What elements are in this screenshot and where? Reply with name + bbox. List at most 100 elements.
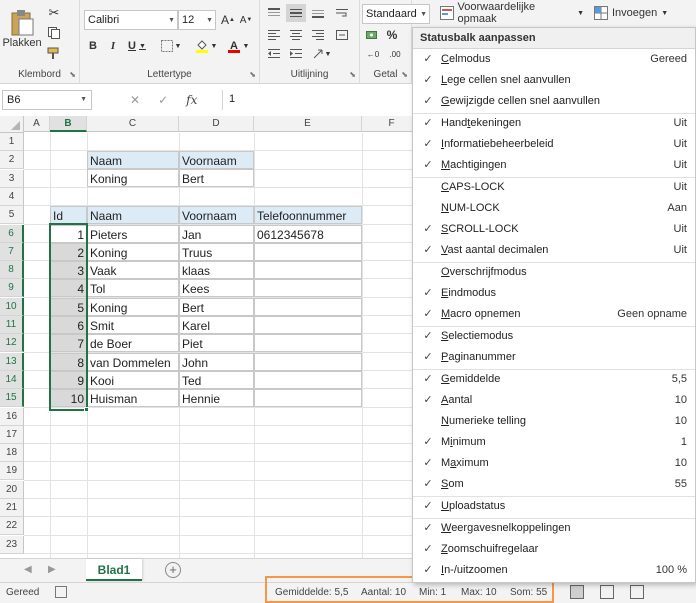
wrap-text-icon[interactable] <box>332 4 352 22</box>
menu-item[interactable]: ✓ Som 55 <box>413 474 695 495</box>
id-cell[interactable]: 2 <box>50 242 87 261</box>
menu-item[interactable]: ✓ In-/uitzoomen 100 % <box>413 560 695 581</box>
table2-cell[interactable]: Koning <box>87 242 179 261</box>
table2-cell[interactable]: Truus <box>179 242 254 261</box>
menu-item[interactable]: ✓ Gemiddelde 5,5 <box>413 369 695 390</box>
font-color-button[interactable]: A ▼ <box>224 36 252 56</box>
id-cell[interactable]: 7 <box>50 334 87 353</box>
menu-item[interactable]: ✓ Aantal 10 <box>413 390 695 411</box>
row-header[interactable]: 6 <box>0 224 24 243</box>
menu-item[interactable]: Numerieke telling 10 <box>413 411 695 432</box>
table2-cell[interactable]: John <box>179 352 254 371</box>
table2-cell[interactable]: Bert <box>179 297 254 316</box>
menu-item[interactable]: ✓ Weergavesnelkoppelingen <box>413 518 695 539</box>
id-cell[interactable]: 10 <box>50 389 87 408</box>
id-cell[interactable]: 6 <box>50 316 87 334</box>
percent-button[interactable]: % <box>382 26 402 44</box>
row-header[interactable]: 13 <box>0 352 24 371</box>
fill-color-button[interactable]: ▼ <box>192 36 220 56</box>
menu-item[interactable]: ✓ Uploadstatus <box>413 496 695 517</box>
table2-cell[interactable] <box>254 370 362 389</box>
table2-header[interactable]: Naam <box>87 206 179 225</box>
font-name-select[interactable]: Calibri ▼ <box>84 10 178 30</box>
table2-cell[interactable] <box>254 297 362 316</box>
align-center-icon[interactable] <box>286 26 306 44</box>
number-format-select[interactable]: Standaard ▼ <box>362 4 430 24</box>
id-cell[interactable]: 3 <box>50 261 87 280</box>
row-header[interactable]: 2 <box>0 151 24 170</box>
menu-item[interactable]: ✓ Selectiemodus <box>413 326 695 347</box>
borders-button[interactable]: ▼ <box>158 36 184 56</box>
normal-view-icon[interactable] <box>570 585 584 599</box>
menu-item[interactable]: ✓ Paginanummer <box>413 347 695 368</box>
row-header[interactable]: 23 <box>0 535 24 554</box>
table2-cell[interactable]: Kees <box>179 279 254 298</box>
id-cell[interactable]: 5 <box>50 297 87 316</box>
menu-item[interactable]: ✓ Machtigingen Uit <box>413 155 695 176</box>
currency-icon[interactable] <box>362 26 382 44</box>
underline-button[interactable]: U ▼ <box>124 36 150 56</box>
table2-cell[interactable]: Vaak <box>87 261 179 280</box>
table2-cell[interactable] <box>254 334 362 353</box>
name-box[interactable]: B6 ▼ <box>2 90 92 110</box>
row-header[interactable]: 7 <box>0 242 24 261</box>
table2-cell[interactable]: Huisman <box>87 389 179 408</box>
copy-icon[interactable] <box>44 24 64 42</box>
align-bottom-icon[interactable] <box>308 4 328 22</box>
table2-cell[interactable]: Koning <box>87 297 179 316</box>
table2-cell[interactable]: Piet <box>179 334 254 353</box>
increase-indent-icon[interactable] <box>286 46 306 62</box>
fill-handle[interactable] <box>84 407 89 412</box>
id-cell[interactable]: 8 <box>50 352 87 371</box>
row-header[interactable]: 5 <box>0 206 24 225</box>
table1-cell[interactable]: Koning <box>87 169 179 187</box>
column-header-b[interactable]: B <box>50 116 87 132</box>
bold-button[interactable]: B <box>84 36 102 56</box>
select-all-corner[interactable] <box>0 116 24 133</box>
table2-cell[interactable] <box>254 352 362 371</box>
menu-item[interactable]: ✓ SCROLL-LOCK Uit <box>413 219 695 240</box>
decrease-decimal-icon[interactable]: .00 <box>384 46 406 62</box>
shrink-font-button[interactable]: A ▼ <box>238 10 254 30</box>
next-sheet-icon[interactable]: ▶ <box>48 564 56 575</box>
column-header-e[interactable]: E <box>254 116 362 132</box>
align-top-icon[interactable] <box>264 4 284 22</box>
table2-cell[interactable]: klaas <box>179 261 254 280</box>
menu-item[interactable]: NUM-LOCK Aan <box>413 198 695 219</box>
table1-header-naam[interactable]: Naam <box>87 151 179 169</box>
table1-header-voornaam[interactable]: Voornaam <box>179 151 254 169</box>
row-header[interactable]: 19 <box>0 462 24 481</box>
add-sheet-button[interactable]: + <box>165 562 181 578</box>
table1-cell[interactable]: Bert <box>179 169 254 187</box>
enter-icon[interactable]: ✓ <box>158 93 168 107</box>
menu-item[interactable]: ✓ Lege cellen snel aanvullen <box>413 70 695 91</box>
menu-item[interactable]: ✓ Maximum 10 <box>413 453 695 474</box>
menu-item[interactable]: ✓ Gewijzigde cellen snel aanvullen <box>413 91 695 112</box>
menu-item[interactable]: ✓ Zoomschuifregelaar <box>413 539 695 560</box>
menu-item[interactable]: ✓ Eindmodus <box>413 283 695 304</box>
table2-header[interactable]: Voornaam <box>179 206 254 225</box>
table2-cell[interactable] <box>254 279 362 298</box>
row-header[interactable]: 4 <box>0 187 24 206</box>
row-header[interactable]: 17 <box>0 425 24 444</box>
align-left-icon[interactable] <box>264 26 284 44</box>
table2-cell[interactable] <box>254 316 362 334</box>
column-header-a[interactable]: A <box>24 116 50 132</box>
align-middle-icon[interactable] <box>286 4 306 22</box>
row-header[interactable]: 21 <box>0 499 24 517</box>
row-header[interactable]: 12 <box>0 334 24 353</box>
merge-icon[interactable] <box>332 26 352 44</box>
row-header[interactable]: 14 <box>0 370 24 389</box>
insert-function-icon[interactable]: fx <box>186 93 197 107</box>
cut-icon[interactable]: ✂ <box>44 4 64 22</box>
menu-item[interactable]: ✓ Celmodus Gereed <box>413 49 695 70</box>
menu-item[interactable]: ✓ Macro opnemen Geen opname <box>413 304 695 325</box>
menu-item[interactable]: ✓ Handtekeningen Uit <box>413 113 695 134</box>
table2-header[interactable]: Id <box>50 206 87 225</box>
row-header[interactable]: 10 <box>0 297 24 316</box>
paste-button[interactable]: Plakken <box>2 4 42 54</box>
insert-button[interactable]: Invoegen ▼ <box>594 4 670 22</box>
table2-header[interactable]: Telefoonnummer <box>254 206 362 225</box>
table2-cell[interactable]: Tol <box>87 279 179 298</box>
table2-cell[interactable]: de Boer <box>87 334 179 353</box>
